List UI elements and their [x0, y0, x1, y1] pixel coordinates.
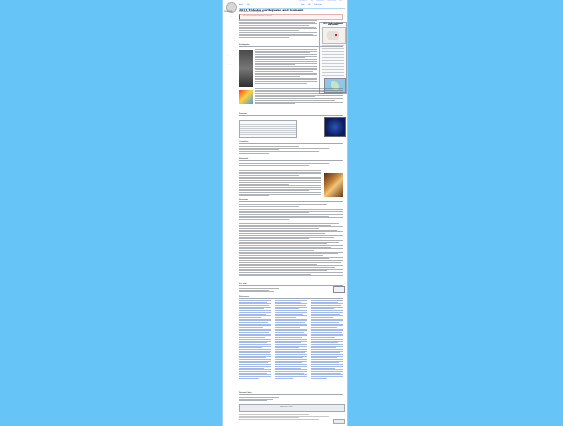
- infobox-row: [322, 54, 344, 55]
- globe-image[interactable]: [324, 117, 346, 137]
- sidebar: Main page Contents Current events Random…: [225, 16, 237, 67]
- top-link[interactable]: Create account: [327, 1, 336, 2]
- references-column: [239, 300, 271, 390]
- top-link[interactable]: Log in: [339, 1, 343, 2]
- sunset-photo[interactable]: [324, 173, 343, 197]
- external-links-list: [239, 397, 279, 402]
- infobox-row: [322, 69, 344, 70]
- paragraph: [255, 88, 343, 105]
- page-footer: [239, 414, 343, 424]
- infobox-row: [322, 75, 344, 76]
- infobox-row: [322, 57, 344, 58]
- navbox-title: Earthquakes in Japan: [280, 407, 293, 408]
- section-heading: References: [239, 296, 343, 300]
- infobox-row: [322, 72, 344, 73]
- wikipedia-page: WIKIPEDIA Main page Contents Current eve…: [223, 0, 347, 426]
- notice-text: This article is about the earthquake and…: [243, 16, 273, 17]
- top-link: Not logged in: [299, 1, 307, 2]
- paragraph: [239, 170, 321, 197]
- section-heading: Reactions: [239, 199, 343, 203]
- data-table: [239, 120, 297, 138]
- section-heading: Casualties: [239, 141, 343, 145]
- infobox-row: [322, 51, 344, 52]
- references-column: [311, 300, 343, 390]
- section-heading: Tsunami: [239, 113, 343, 117]
- paragraph: [239, 209, 343, 221]
- infobox-row: [322, 48, 344, 49]
- tab-view-history[interactable]: View history: [314, 5, 322, 6]
- page-subtitle: From Wikipedia, the free encyclopedia: [239, 11, 264, 13]
- references-list: [239, 300, 343, 390]
- top-link[interactable]: Contributions: [316, 1, 324, 2]
- top-link[interactable]: Talk: [311, 1, 313, 2]
- infobox-row: [322, 63, 344, 64]
- paragraph: [239, 204, 343, 207]
- tab-edit[interactable]: Edit: [308, 5, 311, 6]
- infobox-row: [322, 60, 344, 61]
- paragraph: [255, 49, 317, 84]
- section-heading: External links: [239, 392, 343, 396]
- paragraph: [239, 146, 343, 154]
- tab-article[interactable]: Article: [239, 5, 243, 6]
- references-column: [275, 300, 307, 390]
- tab-read[interactable]: Read: [301, 5, 304, 6]
- bullet-list: [239, 223, 343, 277]
- logo-text: WIKIPEDIA: [224, 12, 233, 13]
- infobox-row: [322, 66, 344, 67]
- powered-by-badge-icon[interactable]: [333, 419, 345, 424]
- commons-logo-icon[interactable]: [333, 286, 345, 293]
- section-heading: See also: [239, 283, 343, 287]
- tab-talk[interactable]: Talk: [247, 5, 249, 6]
- section-heading: Aftermath: [239, 158, 343, 162]
- see-also-list: [239, 288, 279, 293]
- article-photo[interactable]: [239, 50, 253, 87]
- navbox[interactable]: Earthquakes in Japan: [239, 404, 345, 412]
- section-heading: Earthquake: [239, 44, 343, 48]
- intensity-map-image[interactable]: [239, 90, 253, 104]
- paragraph: [239, 163, 343, 166]
- lead-paragraph: [239, 20, 343, 39]
- sidebar-item[interactable]: Languages: [225, 64, 237, 66]
